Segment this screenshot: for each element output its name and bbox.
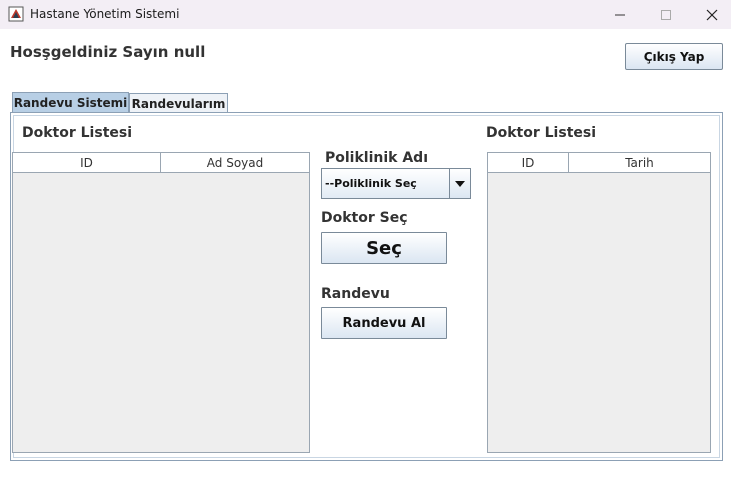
app-icon [8,6,24,22]
doktor-sec-label: Doktor Seç [321,210,408,226]
column-header-id[interactable]: ID [488,153,569,172]
column-header-tarih[interactable]: Tarih [569,153,710,172]
maximize-button[interactable] [643,0,689,29]
sec-button[interactable]: Seç [321,232,447,264]
left-list-title: Doktor Listesi [22,125,133,141]
logout-button[interactable]: Çıkış Yap [625,43,723,70]
column-header-id[interactable]: ID [13,153,161,172]
dropdown-arrow[interactable] [449,169,470,198]
doctor-table-header: ID Ad Soyad [13,153,309,173]
title-bar: Hastane Yönetim Sistemi [0,0,731,29]
poliklinik-label: Poliklinik Adı [325,150,428,166]
minimize-icon [615,14,625,15]
tab-randevu-sistemi[interactable]: Randevu Sistemi [12,92,129,113]
poliklinik-selected-value: --Poliklinik Seç [325,177,417,190]
right-list-title: Doktor Listesi [486,125,597,141]
poliklinik-select[interactable]: --Poliklinik Seç [321,168,471,199]
chevron-down-icon [455,180,465,187]
column-header-ad-soyad[interactable]: Ad Soyad [161,153,309,172]
welcome-label: Hosşgeldiniz Sayın null [10,43,206,61]
window-title: Hastane Yönetim Sistemi [30,7,180,21]
maximize-icon [661,9,671,20]
appointment-table-header: ID Tarih [488,153,710,173]
doctor-table[interactable]: ID Ad Soyad [12,152,310,453]
close-button[interactable] [689,0,731,29]
appointment-table[interactable]: ID Tarih [487,152,711,453]
tab-randevularim[interactable]: Randevularım [129,93,228,113]
randevu-al-button[interactable]: Randevu Al [321,307,447,339]
close-icon [706,9,718,20]
randevu-label: Randevu [321,286,390,302]
minimize-button[interactable] [597,0,643,29]
